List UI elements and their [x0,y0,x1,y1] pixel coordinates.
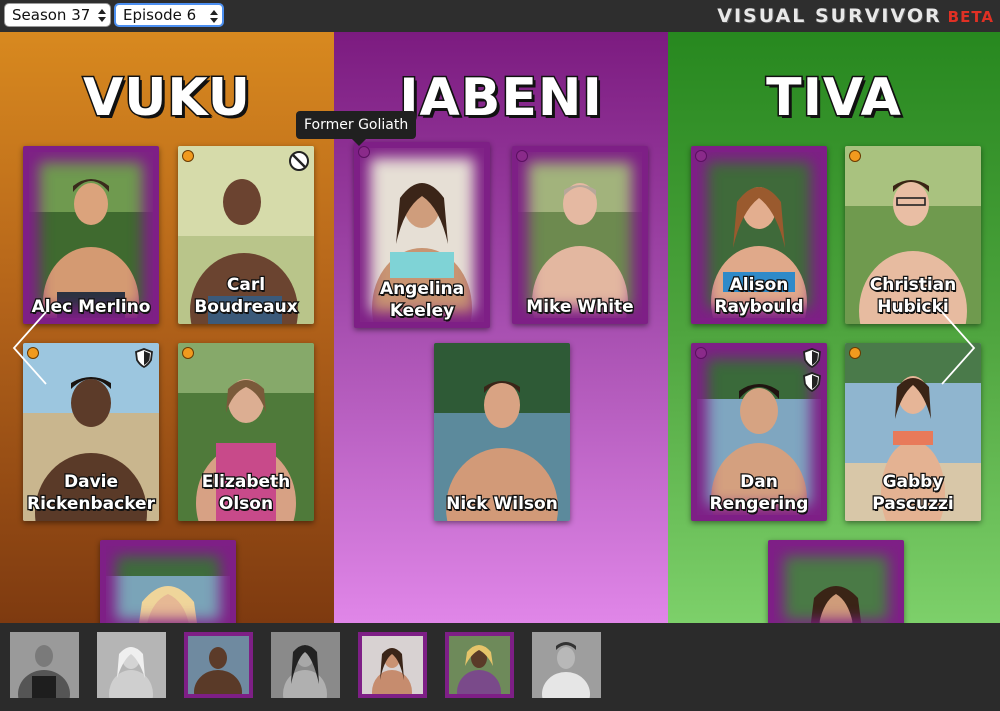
app-logo: VISUAL SURVIVOR BETA [717,5,994,27]
next-arrow-icon[interactable] [940,310,978,386]
castaway-photo [774,546,898,623]
former-david-dot [695,347,707,359]
eliminated-thumb[interactable] [10,632,79,698]
former-david-dot [516,150,528,162]
castaway-name: Angelina Keeley [379,278,466,323]
tribe-name: TIVA [765,67,903,130]
tribe-column-vuku: VUKU Alec Merlino Carl Boudreaux Davie R… [0,32,334,623]
tribe-name: VUKU [81,67,252,130]
eliminated-thumb[interactable] [184,632,253,698]
castaway-card-nick-wilson[interactable]: Nick Wilson [434,343,570,521]
eliminated-tray [0,623,1000,711]
castaway-card-christian-hubicki[interactable]: Christian Hubicki [845,146,981,324]
former-david-dot [358,146,370,158]
season-select-value: Season 37 [12,6,91,24]
eliminated-thumb[interactable] [358,632,427,698]
episode-select-value: Episode 6 [123,6,197,24]
castaway-card-dan-rengering[interactable]: Dan Rengering [691,343,827,521]
previous-arrow-icon[interactable] [10,310,48,386]
app-title: VISUAL SURVIVOR [717,5,942,27]
former-david-dot [695,150,707,162]
castaway-card-alison-raybould[interactable]: Alison Raybould [691,146,827,324]
castaway-card-angelina-keeley[interactable]: Angelina Keeley [354,142,490,328]
episode-select[interactable]: Episode 6 [114,3,224,27]
eliminated-thumb[interactable] [532,632,601,698]
castaway-name: Carl Boudreaux [193,274,299,319]
castaway-name: Nick Wilson [445,493,559,516]
eliminated-thumb[interactable] [445,632,514,698]
tribe-column-tiva: TIVA Alison Raybould Christian Hubicki D… [668,32,1000,623]
castaway-photo [518,152,642,318]
castaway-card-partial[interactable] [100,540,236,623]
beta-badge: BETA [947,8,994,26]
former-goliath-dot [182,150,194,162]
tooltip: Former Goliath [296,111,417,146]
castaway-name: Elizabeth Olson [200,471,291,516]
eliminated-thumb[interactable] [97,632,166,698]
castaway-name: Gabby Pascuzzi [871,471,955,516]
select-arrows-icon [98,6,106,24]
eliminated-thumb[interactable] [271,632,340,698]
former-goliath-dot [182,347,194,359]
ban-icon [289,151,309,171]
select-arrows-icon [210,7,218,25]
castaway-card-partial[interactable] [768,540,904,623]
castaway-name: Mike White [525,296,635,319]
shield-icon [803,372,821,393]
former-goliath-dot [849,347,861,359]
castaway-name: Alison Raybould [713,274,805,319]
castaway-card-alec-merlino[interactable]: Alec Merlino [23,146,159,324]
castaway-card-mike-white[interactable]: Mike White [512,146,648,324]
top-bar: Season 37 Episode 6 VISUAL SURVIVOR BETA [0,0,1000,32]
castaway-name: Dan Rengering [708,471,809,516]
castaway-photo [29,152,153,318]
shield-icon [803,348,821,369]
castaway-photo [106,546,230,623]
season-select[interactable]: Season 37 [4,3,111,27]
former-goliath-dot [849,150,861,162]
castaway-name: Davie Rickenbacker [26,471,156,516]
shield-icon [135,348,153,369]
castaway-card-elizabeth-olson[interactable]: Elizabeth Olson [178,343,314,521]
castaway-card-carl-boudreaux[interactable]: Carl Boudreaux [178,146,314,324]
